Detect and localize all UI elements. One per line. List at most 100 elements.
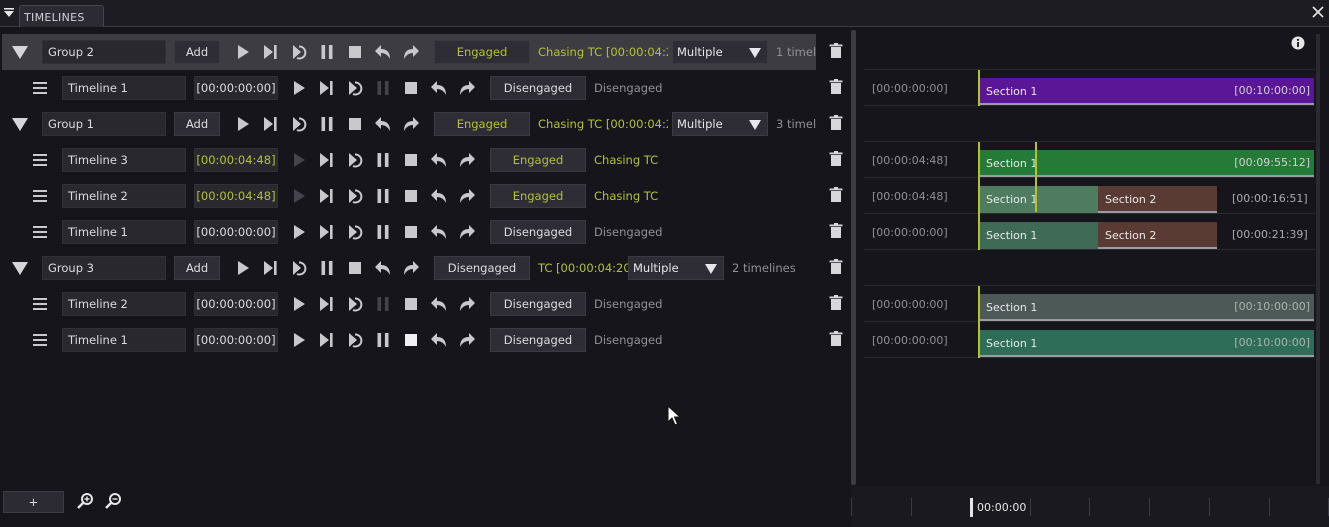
drag-handle-icon[interactable]: [30, 186, 50, 206]
timeline-row[interactable]: Timeline 2 [00:00:04:48] Engaged Chasing TC: [0, 178, 849, 214]
pause-icon[interactable]: [373, 294, 393, 314]
section-block[interactable]: Section 1: [979, 222, 1098, 249]
stop-icon[interactable]: [401, 222, 421, 242]
drag-handle-icon[interactable]: [30, 150, 50, 170]
section-block[interactable]: Section 1 [00:10:00:00]: [979, 78, 1314, 105]
loop-icon[interactable]: [289, 114, 309, 134]
stop-icon[interactable]: [401, 150, 421, 170]
pause-icon[interactable]: [317, 258, 337, 278]
mode-select[interactable]: Multiple: [672, 112, 768, 136]
timeline-track[interactable]: [00:00:00:00] Section 1 [00:10:00:00]: [864, 286, 1315, 322]
trash-icon[interactable]: [826, 293, 846, 313]
status-button[interactable]: Disengaged: [434, 256, 530, 280]
collapse-triangle-icon[interactable]: [10, 258, 30, 278]
play-icon[interactable]: [289, 78, 309, 98]
undo-icon[interactable]: [429, 186, 449, 206]
timeline-track[interactable]: [00:00:00:00] Section 1 Section 2 [00:00:21…: [864, 214, 1315, 250]
timeline-name-field[interactable]: Timeline 2: [62, 184, 186, 208]
pause-icon[interactable]: [317, 114, 337, 134]
timeline-track[interactable]: [00:00:04:48] Section 1 [00:09:55:12]: [864, 142, 1315, 178]
redo-icon[interactable]: [401, 258, 421, 278]
stop-icon[interactable]: [401, 330, 421, 350]
loop-icon[interactable]: [345, 222, 365, 242]
add-button[interactable]: Add: [174, 256, 220, 280]
drag-handle-icon[interactable]: [30, 330, 50, 350]
zoom-out-icon[interactable]: [103, 491, 123, 511]
redo-icon[interactable]: [457, 150, 477, 170]
timecode-field[interactable]: [00:00:00:00]: [194, 220, 278, 244]
pause-icon[interactable]: [373, 330, 393, 350]
add-timeline-button[interactable]: +: [3, 491, 64, 513]
pause-icon[interactable]: [317, 42, 337, 62]
next-icon[interactable]: [317, 186, 337, 206]
add-button[interactable]: Add: [174, 40, 220, 64]
stop-icon[interactable]: [401, 186, 421, 206]
drag-handle-icon[interactable]: [30, 78, 50, 98]
group-row[interactable]: Group 1 Add Engaged Chasing TC [00:00:04:20…: [0, 106, 849, 142]
timecode-field[interactable]: [00:00:00:00]: [194, 328, 278, 352]
loop-icon[interactable]: [345, 78, 365, 98]
group-name-field[interactable]: Group 2: [42, 40, 166, 64]
next-icon[interactable]: [317, 222, 337, 242]
group-name-field[interactable]: Group 1: [42, 112, 166, 136]
trash-icon[interactable]: [826, 149, 846, 169]
timeline-track[interactable]: [00:00:00:00] Section 1 [00:10:00:00]: [864, 70, 1315, 106]
mode-select[interactable]: Multiple: [628, 256, 724, 280]
status-button[interactable]: Disengaged: [490, 76, 586, 100]
section-block[interactable]: Section 1 [00:09:55:12]: [979, 150, 1314, 177]
next-icon[interactable]: [261, 42, 281, 62]
playhead-marker[interactable]: [970, 498, 973, 517]
pause-icon[interactable]: [373, 78, 393, 98]
play-icon[interactable]: [233, 114, 253, 134]
section-block[interactable]: Section 2: [1098, 186, 1217, 213]
redo-icon[interactable]: [457, 330, 477, 350]
group-name-field[interactable]: Group 3: [42, 256, 166, 280]
undo-icon[interactable]: [373, 114, 393, 134]
pause-icon[interactable]: [373, 186, 393, 206]
trash-icon[interactable]: [826, 221, 846, 241]
play-icon[interactable]: [289, 222, 309, 242]
trash-icon[interactable]: [826, 41, 846, 61]
trash-icon[interactable]: [826, 77, 846, 97]
redo-icon[interactable]: [401, 114, 421, 134]
stop-icon[interactable]: [345, 42, 365, 62]
timeline-row[interactable]: Timeline 2 [00:00:00:00] Disengaged Disenga…: [0, 286, 849, 322]
drag-handle-icon[interactable]: [30, 222, 50, 242]
stop-icon[interactable]: [401, 294, 421, 314]
stop-icon[interactable]: [345, 114, 365, 134]
track-scrollbar[interactable]: [1316, 34, 1320, 484]
loop-icon[interactable]: [289, 258, 309, 278]
group-track[interactable]: [864, 34, 1315, 70]
redo-icon[interactable]: [457, 222, 477, 242]
timeline-name-field[interactable]: Timeline 2: [62, 292, 186, 316]
pause-icon[interactable]: [373, 222, 393, 242]
timeline-row[interactable]: Timeline 1 [00:00:00:00] Disengaged Disenga…: [0, 70, 849, 106]
group-row[interactable]: Group 2 Add Engaged Chasing TC [00:00:04:20…: [2, 34, 843, 70]
group-track[interactable]: [864, 250, 1315, 286]
mode-select[interactable]: Multiple: [672, 40, 768, 64]
loop-icon[interactable]: [345, 186, 365, 206]
undo-icon[interactable]: [429, 294, 449, 314]
collapse-triangle-icon[interactable]: [10, 114, 30, 134]
panel-menu-arrow-icon[interactable]: [3, 7, 15, 19]
redo-icon[interactable]: [401, 42, 421, 62]
timeline-row[interactable]: Timeline 3 [00:00:04:48] Engaged Chasing TC: [0, 142, 849, 178]
undo-icon[interactable]: [429, 222, 449, 242]
play-icon[interactable]: [289, 330, 309, 350]
loop-icon[interactable]: [345, 330, 365, 350]
undo-icon[interactable]: [429, 150, 449, 170]
section-block[interactable]: Section 1 [00:10:00:00]: [979, 294, 1314, 321]
play-icon[interactable]: [289, 150, 309, 170]
add-button[interactable]: Add: [174, 112, 220, 136]
next-icon[interactable]: [317, 150, 337, 170]
timeline-name-field[interactable]: Timeline 3: [62, 148, 186, 172]
next-icon[interactable]: [317, 294, 337, 314]
collapse-triangle-icon[interactable]: [10, 42, 30, 62]
play-icon[interactable]: [233, 42, 253, 62]
timeline-name-field[interactable]: Timeline 1: [62, 328, 186, 352]
time-ruler[interactable]: [851, 486, 1329, 527]
play-icon[interactable]: [289, 186, 309, 206]
zoom-in-icon[interactable]: [75, 491, 95, 511]
tab-timelines[interactable]: TIMELINES: [19, 5, 104, 27]
next-icon[interactable]: [261, 114, 281, 134]
